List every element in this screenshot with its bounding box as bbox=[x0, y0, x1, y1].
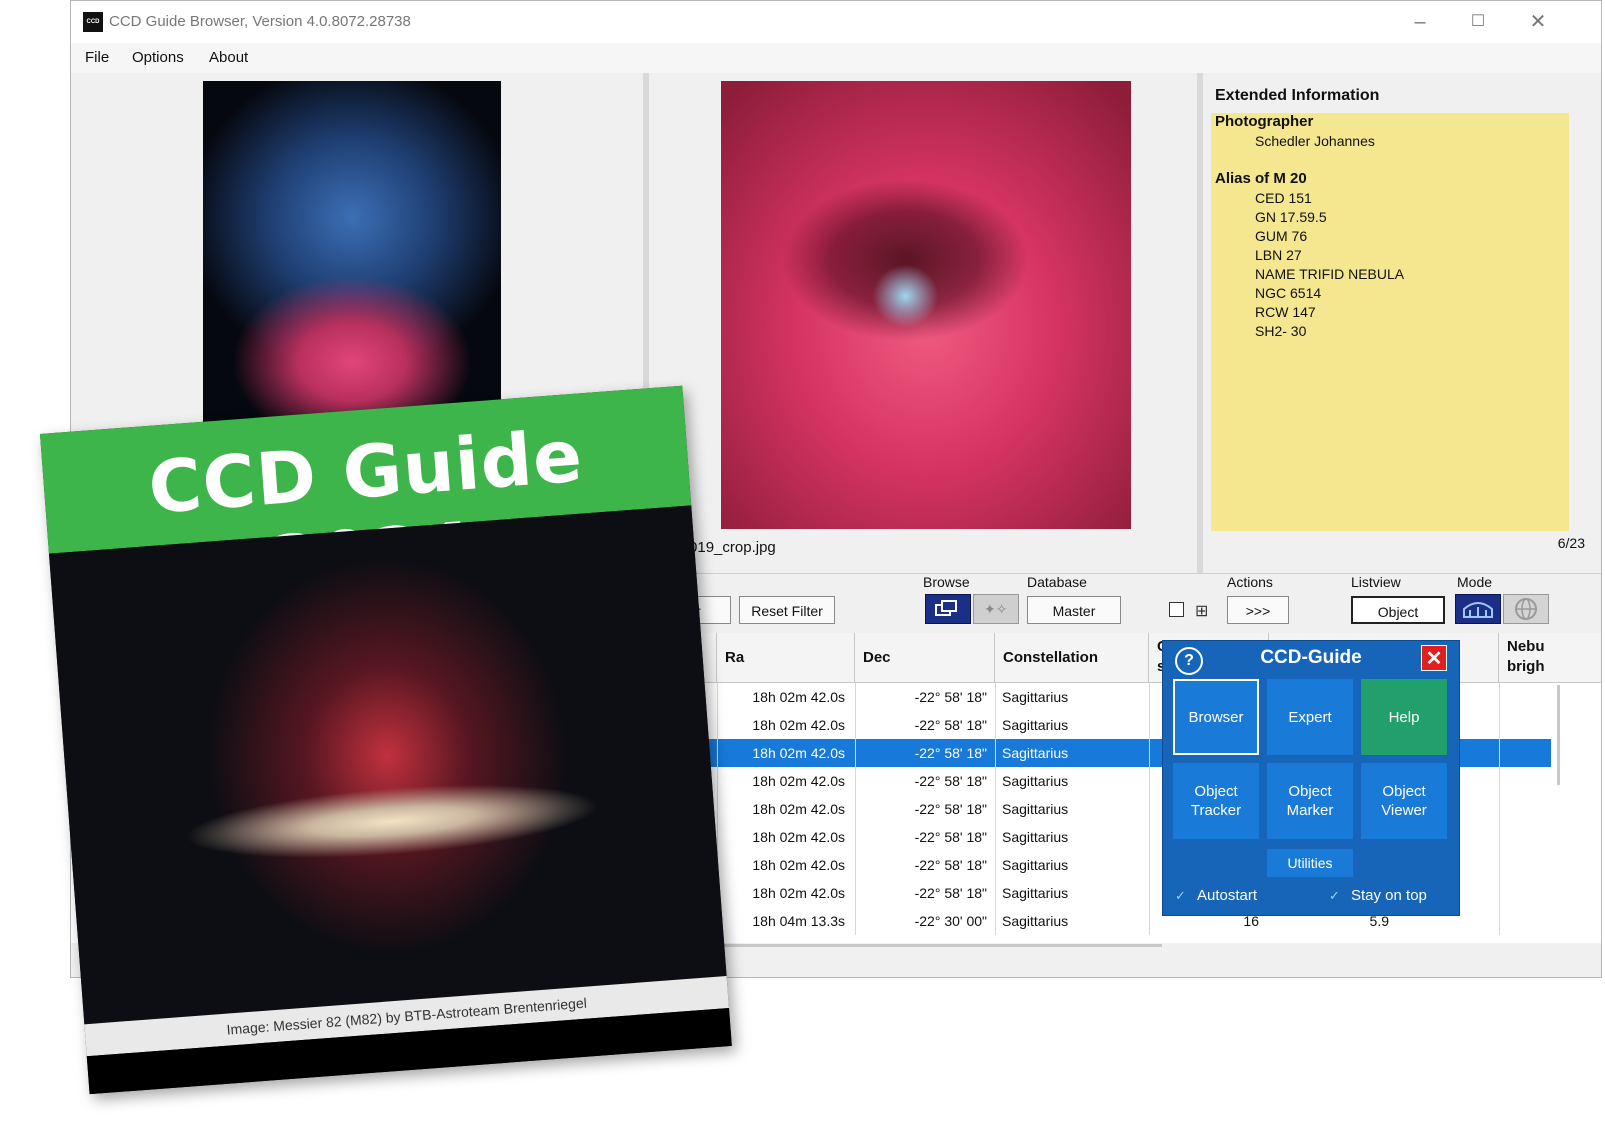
photographer-name: Schedler Johannes bbox=[1255, 133, 1375, 149]
dec-cell: -22° 58' 18" bbox=[914, 717, 987, 733]
ra-cell: 18h 02m 42.0s bbox=[752, 689, 845, 705]
expert-button[interactable]: Expert bbox=[1267, 679, 1353, 755]
menu-options[interactable]: Options bbox=[132, 49, 184, 66]
dec-cell: -22° 58' 18" bbox=[914, 773, 987, 789]
dec-cell: -22° 58' 18" bbox=[914, 829, 987, 845]
object-marker-button[interactable]: Object Marker bbox=[1267, 763, 1353, 839]
image-counter: 6/23 bbox=[1557, 535, 1585, 551]
column-header-nebula-brightness[interactable]: Nebu brigh bbox=[1499, 633, 1601, 683]
listview-label: Listview bbox=[1351, 574, 1401, 590]
constellation-cell: Sagittarius bbox=[1002, 913, 1069, 929]
actions-label: Actions bbox=[1227, 574, 1273, 590]
grid-line bbox=[995, 683, 996, 935]
constellation-cell: Sagittarius bbox=[1002, 717, 1069, 733]
ra-cell: 18h 02m 42.0s bbox=[752, 717, 845, 733]
constellation-cell: Sagittarius bbox=[1002, 773, 1069, 789]
dec-cell: -22° 30' 00" bbox=[914, 913, 987, 929]
grid-line bbox=[1499, 683, 1500, 935]
svg-text:✦✧: ✦✧ bbox=[984, 602, 1008, 618]
utilities-button[interactable]: Utilities bbox=[1267, 849, 1353, 877]
constellation-cell: Sagittarius bbox=[1002, 801, 1069, 817]
alias-item: GUM 76 bbox=[1255, 228, 1308, 244]
extended-info-pane: Extended Information Photographer Schedl… bbox=[1203, 73, 1601, 573]
ra-cell: 18h 02m 42.0s bbox=[752, 857, 845, 873]
alias-item: GN 17.59.5 bbox=[1255, 209, 1327, 225]
listview-select[interactable]: Object bbox=[1351, 596, 1445, 624]
ra-cell: 18h 02m 42.0s bbox=[752, 829, 845, 845]
actions-button[interactable]: >>> bbox=[1227, 596, 1289, 624]
alias-item: RCW 147 bbox=[1255, 304, 1316, 320]
ra-cell: 18h 02m 42.0s bbox=[752, 801, 845, 817]
constellation-cell: Sagittarius bbox=[1002, 829, 1069, 845]
alias-item: SH2- 30 bbox=[1255, 323, 1307, 339]
checkmark-icon: ✓ bbox=[1329, 888, 1340, 903]
app-logo-icon: CCD bbox=[83, 12, 103, 32]
autostart-checkbox[interactable]: ✓ Autostart bbox=[1175, 887, 1257, 904]
menu-file[interactable]: File bbox=[85, 49, 109, 66]
object-tracker-button[interactable]: Object Tracker bbox=[1173, 763, 1259, 839]
ra-cell: 18h 02m 42.0s bbox=[752, 773, 845, 789]
constellation-cell: Sagittarius bbox=[1002, 857, 1069, 873]
dec-cell: -22° 58' 18" bbox=[914, 857, 987, 873]
title-bar: CCD CCD Guide Browser, Version 4.0.8072.… bbox=[71, 1, 1601, 43]
extended-info-title: Extended Information bbox=[1215, 87, 1380, 104]
ccd-guide-2024-cover: CCD Guide 2024 Image: Messier 82 (M82) b… bbox=[40, 385, 732, 1095]
close-icon[interactable]: ✕ bbox=[1421, 645, 1447, 671]
extended-info-box: Photographer Schedler Johannes Alias of … bbox=[1211, 113, 1569, 531]
dec-cell: -22° 58' 18" bbox=[914, 689, 987, 705]
ra-cell: 18h 02m 42.0s bbox=[752, 885, 845, 901]
browse-images-icon[interactable] bbox=[925, 594, 971, 624]
checkmark-icon: ✓ bbox=[1175, 888, 1186, 903]
stay-on-top-label: Stay on top bbox=[1351, 887, 1427, 904]
grid-line bbox=[855, 683, 856, 935]
autostart-label: Autostart bbox=[1197, 887, 1258, 904]
partial-header-text: Nebu bbox=[1507, 638, 1545, 655]
database-label: Database bbox=[1027, 574, 1087, 590]
ccd-guide-launcher: ? CCD-Guide ✕ Browser Expert Help Object… bbox=[1162, 640, 1460, 916]
menu-about[interactable]: About bbox=[209, 49, 248, 66]
alias-item: LBN 27 bbox=[1255, 247, 1302, 263]
ra-cell: 18h 02m 42.0s bbox=[752, 745, 845, 761]
launcher-title: CCD-Guide bbox=[1260, 647, 1362, 668]
grid-line bbox=[1149, 683, 1150, 935]
column-header-constellation[interactable]: Constellation bbox=[995, 633, 1149, 683]
dec-cell: -22° 58' 18" bbox=[914, 801, 987, 817]
alias-heading: Alias of M 20 bbox=[1215, 170, 1307, 187]
menu-bar: File Options About bbox=[71, 43, 1601, 73]
column-header-ra[interactable]: Ra bbox=[717, 633, 855, 683]
maximize-button[interactable]: ☐ bbox=[1463, 9, 1493, 35]
constellation-cell: Sagittarius bbox=[1002, 689, 1069, 705]
constellation-cell: Sagittarius bbox=[1002, 885, 1069, 901]
globe-mode-icon[interactable] bbox=[1503, 594, 1549, 624]
alias-item: NAME TRIFID NEBULA bbox=[1255, 266, 1405, 282]
minimize-button[interactable]: – bbox=[1405, 9, 1435, 35]
window-title: CCD Guide Browser, Version 4.0.8072.2873… bbox=[109, 13, 411, 30]
image-pane: 020-019_crop.jpg bbox=[649, 73, 1197, 573]
cover-galaxy-image bbox=[48, 505, 727, 1025]
mode-label: Mode bbox=[1457, 574, 1493, 590]
dec-cell: -22° 58' 18" bbox=[914, 885, 987, 901]
alias-item: CED 151 bbox=[1255, 190, 1312, 206]
alias-item: NGC 6514 bbox=[1255, 285, 1322, 301]
browse-stars-icon[interactable]: ✦✧ bbox=[973, 594, 1019, 624]
browser-button[interactable]: Browser bbox=[1173, 679, 1259, 755]
close-button[interactable]: ✕ bbox=[1523, 9, 1553, 35]
dec-cell: -22° 58' 18" bbox=[914, 745, 987, 761]
browse-label: Browse bbox=[923, 574, 970, 590]
ra-cell: 18h 04m 13.3s bbox=[752, 913, 845, 929]
stay-on-top-checkbox[interactable]: ✓ Stay on top bbox=[1329, 887, 1427, 904]
photographer-heading: Photographer bbox=[1215, 113, 1314, 130]
observatory-mode-icon[interactable] bbox=[1455, 594, 1501, 624]
grid-view-icon[interactable]: ⊞ bbox=[1195, 601, 1208, 621]
main-image[interactable] bbox=[721, 81, 1131, 529]
column-header-dec[interactable]: Dec bbox=[855, 633, 995, 683]
object-viewer-button[interactable]: Object Viewer bbox=[1361, 763, 1447, 839]
constellation-cell: Sagittarius bbox=[1002, 745, 1069, 761]
reset-filter-button[interactable]: Reset Filter bbox=[739, 596, 835, 624]
partial-header-text: brigh bbox=[1507, 658, 1545, 675]
list-view-checkbox[interactable] bbox=[1169, 602, 1184, 617]
database-select[interactable]: Master bbox=[1027, 596, 1121, 624]
help-button[interactable]: Help bbox=[1361, 679, 1447, 755]
table-vertical-scrollbar[interactable] bbox=[1557, 685, 1560, 785]
